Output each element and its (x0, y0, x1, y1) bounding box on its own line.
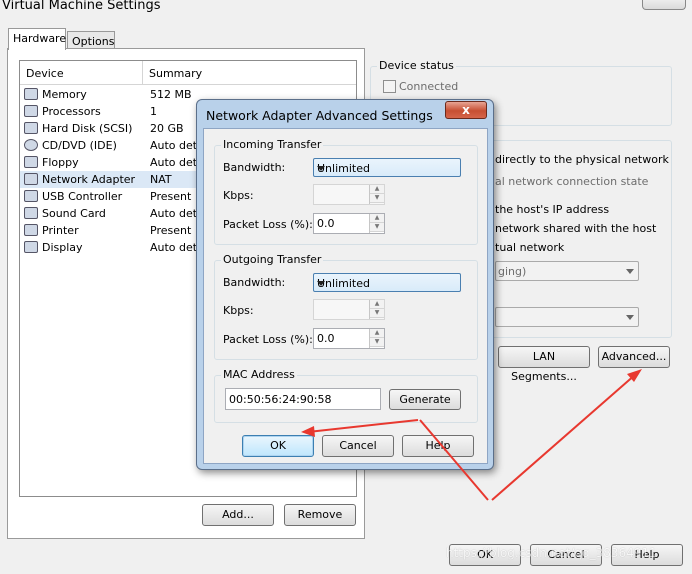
device-name: Processors (42, 105, 101, 118)
mac-address-value: 00:50:56:24:90:58 (229, 393, 332, 406)
device-summary: NAT (150, 173, 172, 186)
device-name: CD/DVD (IDE) (42, 139, 117, 152)
window-close-button[interactable] (642, 0, 686, 10)
device-list-header: Device Summary (20, 61, 356, 85)
incoming-packet-loss-stepper[interactable]: 0.0 ▲ ▼ (313, 213, 385, 234)
spin-down-icon[interactable]: ▼ (370, 338, 384, 347)
outgoing-transfer-legend: Outgoing Transfer (221, 253, 324, 266)
memory-icon (24, 88, 38, 100)
network-adapter-icon (24, 173, 38, 185)
printer-icon (24, 224, 38, 236)
vmnet-dropdown-value: ging) (498, 265, 527, 278)
nat-option-label[interactable]: the host's IP address (495, 203, 609, 216)
outgoing-packet-loss-value: 0.0 (317, 332, 335, 345)
window-title: Virtual Machine Settings (2, 0, 161, 13)
dialog-body: Incoming Transfer Bandwidth: Unlimited K… (203, 128, 488, 464)
mac-address-legend: MAC Address (221, 368, 297, 381)
dialog-help-button[interactable]: Help (402, 435, 474, 457)
incoming-transfer-group: Incoming Transfer Bandwidth: Unlimited K… (214, 138, 478, 245)
mac-address-field[interactable]: 00:50:56:24:90:58 (225, 388, 381, 410)
tab-hardware[interactable]: Hardware (8, 28, 66, 50)
floppy-icon (24, 156, 38, 168)
dialog-title: Network Adapter Advanced Settings (206, 108, 433, 123)
arrowhead-advanced (627, 369, 642, 382)
device-summary: 1 (150, 105, 157, 118)
spin-up-icon[interactable]: ▲ (370, 329, 384, 338)
device-name: Hard Disk (SCSI) (42, 122, 133, 135)
column-header-device[interactable]: Device (26, 67, 64, 80)
vmnet-dropdown[interactable]: ging) (495, 261, 639, 281)
device-summary: 512 MB (150, 88, 192, 101)
incoming-kbps-label: Kbps: (223, 189, 254, 202)
outgoing-kbps-stepper[interactable]: ▲ ▼ (313, 299, 385, 320)
incoming-transfer-legend: Incoming Transfer (221, 138, 324, 151)
spin-down-icon[interactable]: ▼ (370, 309, 384, 318)
device-name: Floppy (42, 156, 79, 169)
outgoing-transfer-group: Outgoing Transfer Bandwidth: Unlimited K… (214, 253, 478, 360)
chevron-down-icon (317, 281, 325, 286)
connected-checkbox[interactable] (383, 80, 396, 93)
sound-card-icon (24, 207, 38, 219)
column-header-summary[interactable]: Summary (149, 67, 202, 80)
processor-icon (24, 105, 38, 117)
arrow-to-advanced-button (491, 373, 637, 501)
spin-up-icon[interactable]: ▲ (370, 214, 384, 223)
incoming-kbps-stepper[interactable]: ▲ ▼ (313, 184, 385, 205)
spin-up-icon[interactable]: ▲ (370, 185, 384, 194)
chevron-down-icon (626, 269, 634, 274)
incoming-bandwidth-dropdown[interactable]: Unlimited (313, 158, 461, 177)
dialog-close-icon[interactable]: x (445, 101, 487, 119)
display-icon (24, 241, 38, 253)
mac-address-group: MAC Address 00:50:56:24:90:58 Generate (214, 368, 478, 423)
outgoing-kbps-label: Kbps: (223, 304, 254, 317)
cd-dvd-icon (24, 139, 38, 151)
device-name: Display (42, 241, 83, 254)
generate-button[interactable]: Generate (389, 389, 461, 410)
advanced-button[interactable]: Advanced... (598, 346, 670, 368)
custom-option-label[interactable]: tual network (495, 241, 564, 254)
incoming-packet-loss-label: Packet Loss (%): (223, 218, 313, 231)
spin-down-icon[interactable]: ▼ (370, 194, 384, 203)
lan-segments-button[interactable]: LAN Segments... (498, 346, 590, 383)
device-summary: 20 GB (150, 122, 184, 135)
chevron-down-icon (626, 315, 634, 320)
incoming-packet-loss-value: 0.0 (317, 217, 335, 230)
outgoing-packet-loss-label: Packet Loss (%): (223, 333, 313, 346)
bridged-option-label[interactable]: directly to the physical network (495, 153, 669, 166)
advanced-settings-dialog: Network Adapter Advanced Settings x Inco… (196, 99, 494, 470)
hard-disk-icon (24, 122, 38, 134)
device-summary: Present (150, 224, 192, 237)
device-name: Printer (42, 224, 79, 237)
incoming-bandwidth-label: Bandwidth: (223, 161, 286, 174)
add-button[interactable]: Add... (202, 504, 274, 526)
outgoing-bandwidth-dropdown[interactable]: Unlimited (313, 273, 461, 292)
dialog-ok-button[interactable]: OK (242, 435, 314, 457)
spin-down-icon[interactable]: ▼ (370, 223, 384, 232)
remove-button[interactable]: Remove (284, 504, 356, 526)
device-name: Memory (42, 88, 87, 101)
device-name: Network Adapter (42, 173, 136, 186)
dialog-cancel-button[interactable]: Cancel (322, 435, 394, 457)
replicate-state-label[interactable]: al network connection state (495, 175, 648, 188)
host-only-option-label[interactable]: network shared with the host (495, 222, 656, 235)
device-status-legend: Device status (377, 59, 456, 72)
spin-up-icon[interactable]: ▲ (370, 300, 384, 309)
connected-label: Connected (399, 80, 459, 93)
watermark-text: https://blog.csdn.net/qq_38364911 (446, 546, 657, 560)
device-name: Sound Card (42, 207, 106, 220)
device-name: USB Controller (42, 190, 123, 203)
outgoing-bandwidth-label: Bandwidth: (223, 276, 286, 289)
usb-icon (24, 190, 38, 202)
lan-segment-dropdown[interactable] (495, 307, 639, 327)
outgoing-packet-loss-stepper[interactable]: 0.0 ▲ ▼ (313, 328, 385, 349)
device-summary: Present (150, 190, 192, 203)
chevron-down-icon (317, 166, 325, 171)
